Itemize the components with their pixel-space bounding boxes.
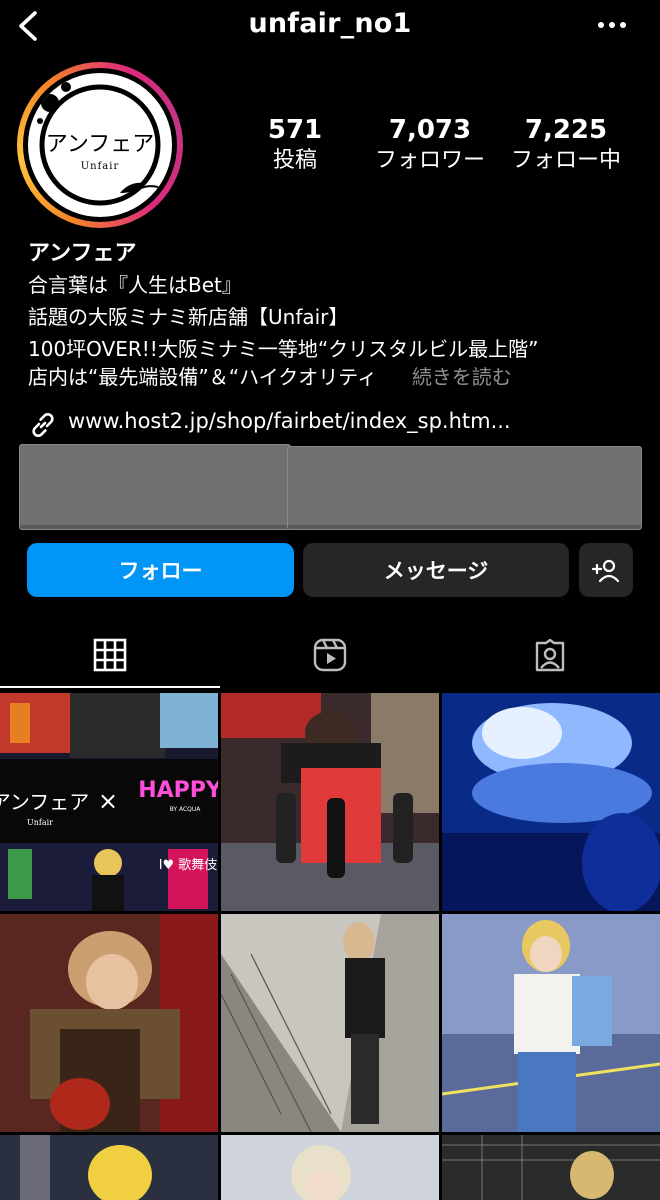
- posts-count: 571: [267, 115, 323, 145]
- post-image: [0, 914, 218, 1132]
- header-bar: unfair_no1: [0, 0, 660, 52]
- post-thumbnail[interactable]: [442, 1135, 660, 1200]
- stat-followers[interactable]: 7,073 フォロワー: [360, 114, 500, 176]
- read-more-link[interactable]: 続きを読む: [412, 365, 512, 389]
- post-image: [442, 1135, 660, 1200]
- post-thumbnail[interactable]: [221, 693, 439, 911]
- post-thumbnail[interactable]: [442, 693, 660, 911]
- bio-website-link[interactable]: www.host2.jp/shop/fairbet/index_sp.htm..…: [28, 408, 648, 442]
- post-image: アンフェア Unfair × HAPPY BY ACQUA I♥ 歌舞伎: [0, 693, 218, 911]
- profile-username: unfair_no1: [248, 8, 412, 39]
- link-icon: [32, 412, 54, 438]
- svg-text:Unfair: Unfair: [81, 161, 120, 172]
- highlight-placeholder-right: [287, 446, 642, 530]
- post-image: [221, 1135, 439, 1200]
- post-image: [442, 914, 660, 1132]
- message-button[interactable]: メッセージ: [303, 543, 569, 597]
- svg-text:BY ACQUA: BY ACQUA: [170, 806, 202, 813]
- bio-line: 合言葉は『人生はBet』: [28, 273, 242, 297]
- post-thumbnail[interactable]: [0, 914, 218, 1132]
- svg-text:アンフェア: アンフェア: [0, 790, 89, 814]
- more-horizontal-icon[interactable]: [596, 18, 628, 32]
- post-image: [221, 914, 439, 1132]
- post-thumbnail[interactable]: [0, 1135, 218, 1200]
- tab-tagged[interactable]: [440, 632, 660, 678]
- bio-line: 話題の大阪ミナミ新店舗【Unfair】: [28, 305, 349, 329]
- avatar-logo: アンフェア Unfair: [37, 82, 161, 206]
- stat-posts[interactable]: 571 投稿: [225, 114, 365, 176]
- highlight-placeholder-left: [19, 444, 291, 530]
- following-label: フォロー中: [510, 148, 621, 173]
- post-image: [221, 693, 439, 911]
- svg-text:Unfair: Unfair: [27, 818, 53, 827]
- tagged-icon: [535, 638, 565, 672]
- follow-button[interactable]: フォロー: [27, 543, 294, 597]
- svg-text:HAPPY: HAPPY: [138, 778, 218, 803]
- post-image: [0, 1135, 218, 1200]
- svg-text:×: ×: [98, 787, 118, 815]
- stat-following[interactable]: 7,225 フォロー中: [496, 114, 636, 176]
- svg-text:アンフェア: アンフェア: [46, 132, 154, 157]
- add-user-icon: [591, 559, 620, 583]
- followers-label: フォロワー: [374, 148, 485, 173]
- svg-text:I♥ 歌舞伎: I♥ 歌舞伎: [159, 858, 218, 873]
- website-url[interactable]: www.host2.jp/shop/fairbet/index_sp.htm..…: [68, 409, 511, 433]
- post-thumbnail[interactable]: [221, 1135, 439, 1200]
- reels-icon: [313, 638, 347, 672]
- followers-count: 7,073: [388, 115, 472, 145]
- profile-display-name: アンフェア: [28, 241, 137, 266]
- active-tab-indicator: [0, 686, 220, 688]
- bio-line: 店内は“最先端設備”＆“ハイクオリティ: [28, 365, 378, 389]
- post-thumbnail[interactable]: [442, 914, 660, 1132]
- tab-reels[interactable]: [220, 632, 440, 678]
- post-image: [442, 693, 660, 911]
- avatar[interactable]: アンフェア Unfair: [28, 73, 172, 217]
- posts-label: 投稿: [272, 148, 317, 173]
- grid-icon: [93, 638, 127, 672]
- following-count: 7,225: [524, 115, 608, 145]
- tab-posts[interactable]: [0, 632, 220, 678]
- post-thumbnail[interactable]: アンフェア Unfair × HAPPY BY ACQUA I♥ 歌舞伎: [0, 693, 218, 911]
- suggest-users-button[interactable]: [579, 543, 633, 597]
- bio-line-truncated: 店内は“最先端設備”＆“ハイクオリティ 続きを読む: [28, 363, 512, 391]
- bio-line: 100坪OVER!!大阪ミナミ一等地“クリスタルビル最上階”: [28, 337, 539, 361]
- post-thumbnail[interactable]: [221, 914, 439, 1132]
